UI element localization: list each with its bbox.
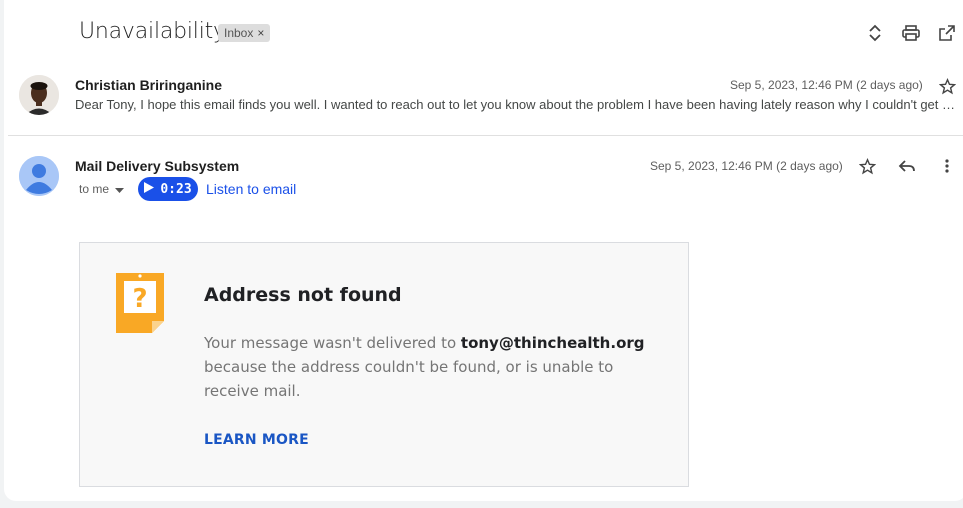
print-icon[interactable] (900, 22, 922, 44)
play-icon (144, 181, 155, 197)
label-chip-text: Inbox (224, 26, 254, 40)
thread-subject: Unavailability (79, 19, 226, 44)
inbox-label-chip[interactable]: Inbox × (218, 24, 271, 42)
message-thread-panel: Unavailability Inbox × Christian Briring… (4, 0, 963, 501)
expand-collapse-icon[interactable] (864, 22, 886, 44)
sender-avatar (19, 75, 59, 115)
bounce-address: tony@thinchealth.org (460, 334, 645, 352)
sender-name: Christian Briringanine (75, 77, 223, 93)
star-icon[interactable] (936, 75, 958, 97)
delivery-failure-card: ? Address not found Your message wasn't … (79, 242, 689, 487)
listen-to-email-link[interactable]: Listen to email (206, 181, 296, 197)
bounce-message-suffix: because the address couldn't be found, o… (204, 358, 614, 400)
message-date: Sep 5, 2023, 12:46 PM (2 days ago) (730, 78, 923, 92)
message-date: Sep 5, 2023, 12:46 PM (2 days ago) (650, 159, 843, 173)
message-divider (8, 135, 963, 136)
reply-icon[interactable] (896, 155, 918, 177)
chevron-down-icon (115, 182, 125, 196)
sender-name: Mail Delivery Subsystem (75, 158, 240, 174)
message-snippet: Dear Tony, I hope this email finds you w… (75, 97, 956, 112)
bounce-title: Address not found (204, 284, 402, 306)
sender-avatar-default (19, 156, 59, 196)
play-audio-button[interactable]: 0:23 (138, 177, 198, 201)
recipient-text: to me (79, 182, 110, 196)
question-note-icon: ? (116, 273, 166, 340)
bounce-message-prefix: Your message wasn't delivered to (204, 334, 461, 352)
message-collapsed[interactable]: Christian Briringanine Sep 5, 2023, 12:4… (4, 70, 963, 132)
open-in-new-window-icon[interactable] (936, 22, 958, 44)
svg-text:?: ? (132, 284, 147, 314)
star-icon[interactable] (856, 155, 878, 177)
more-options-icon[interactable] (936, 155, 958, 177)
learn-more-link[interactable]: LEARN MORE (204, 432, 309, 448)
recipient-details-toggle[interactable]: to me (79, 182, 125, 196)
bounce-message: Your message wasn't delivered to tony@th… (204, 331, 654, 403)
audio-duration: 0:23 (160, 181, 192, 197)
remove-label-icon[interactable]: × (257, 24, 264, 42)
